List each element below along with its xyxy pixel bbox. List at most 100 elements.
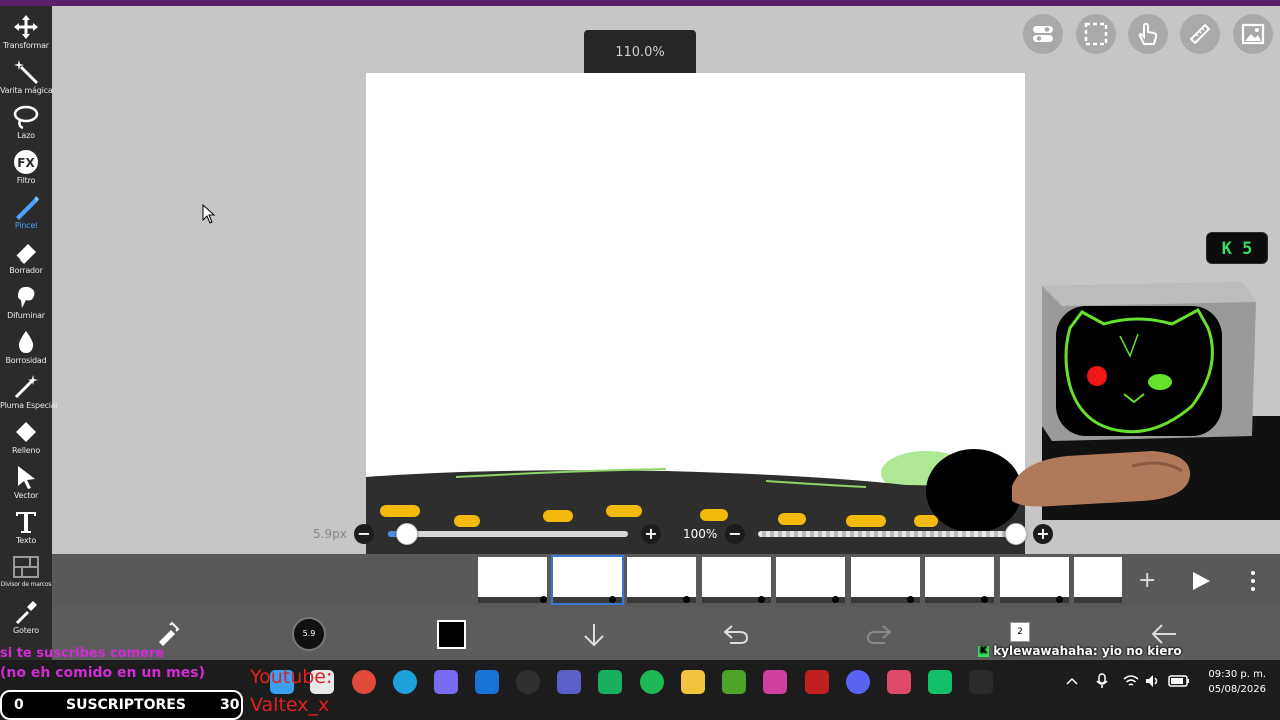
- tool-special-pen[interactable]: Pluma Especial: [0, 370, 58, 414]
- animation-frame-thumbnail[interactable]: [702, 557, 771, 603]
- frame-figure: [907, 596, 914, 603]
- svg-text:FX: FX: [17, 156, 35, 170]
- size-decrease-button[interactable]: −: [354, 524, 374, 544]
- animation-frame-thumbnail[interactable]: [776, 557, 845, 603]
- brush-preview-button[interactable]: 5.9: [292, 617, 326, 651]
- toggle-icon: [1033, 26, 1053, 42]
- subs-left-value: 0: [14, 697, 24, 713]
- tool-label: Divisor de marcos: [0, 581, 52, 588]
- tool-blurriness[interactable]: Borrosidad: [0, 325, 52, 369]
- fx-icon: FX: [14, 150, 38, 174]
- settings-toggle-button[interactable]: [1023, 14, 1063, 54]
- overlay-red-line1: Youtube:: [250, 666, 333, 688]
- tool-sidebar: Transformar Varita mágica Lazo FX Filtro…: [0, 6, 58, 660]
- ruler-icon: [1189, 23, 1211, 45]
- hand-tool-button[interactable]: [1128, 14, 1168, 54]
- chrome-icon[interactable]: [352, 670, 376, 694]
- layers-button[interactable]: 2: [1010, 622, 1030, 642]
- arrow-down-icon[interactable]: [582, 622, 606, 648]
- tool-label: Varita mágica: [0, 86, 53, 95]
- discord-icon[interactable]: [846, 670, 870, 694]
- selection-dashed-icon: [1084, 22, 1108, 46]
- redo-icon[interactable]: [865, 622, 893, 646]
- move-arrows-icon: [14, 15, 38, 39]
- more-options-icon[interactable]: [1247, 570, 1259, 592]
- animation-frame-thumbnail[interactable]: [627, 557, 696, 603]
- pinwheel-app-icon[interactable]: [763, 670, 787, 694]
- undo-icon[interactable]: [722, 622, 750, 646]
- minecraft-icon[interactable]: [722, 670, 746, 694]
- game-app-icon[interactable]: [805, 670, 829, 694]
- color-swatch-button[interactable]: [437, 620, 466, 649]
- spotify-icon[interactable]: [640, 670, 664, 694]
- opacity-decrease-button[interactable]: −: [725, 524, 745, 544]
- battery-icon[interactable]: [1168, 674, 1190, 688]
- fill-bucket-icon: [16, 422, 36, 442]
- zoom-indicator: 110.0%: [584, 30, 696, 76]
- teams-icon[interactable]: [557, 670, 581, 694]
- edge-icon[interactable]: [393, 670, 417, 694]
- app-green-icon[interactable]: [598, 670, 622, 694]
- add-frame-button[interactable]: +: [1138, 568, 1156, 593]
- streamer-avatar: [1012, 282, 1280, 520]
- tool-text[interactable]: Texto: [0, 505, 52, 549]
- tool-filter[interactable]: FX Filtro: [0, 145, 52, 189]
- special-pen-icon: [14, 375, 38, 399]
- brush-size-slider[interactable]: [388, 531, 628, 537]
- size-increase-button[interactable]: +: [641, 524, 661, 544]
- opacity-label: 100%: [683, 527, 718, 541]
- tool-lasso[interactable]: Lazo: [0, 100, 52, 144]
- frame-figure: [981, 596, 988, 603]
- canvas-drawing: [366, 449, 1025, 568]
- frame-ground: [1074, 597, 1122, 603]
- tool-label: Vector: [13, 491, 39, 500]
- opacity-knob[interactable]: [1005, 523, 1027, 545]
- image-button[interactable]: [1233, 14, 1273, 54]
- tray-expand-icon[interactable]: [1066, 676, 1078, 686]
- tool-transform[interactable]: Transformar: [0, 10, 52, 54]
- animation-frame-thumbnail[interactable]: [925, 557, 994, 603]
- ibispaint-icon[interactable]: [969, 670, 993, 694]
- opacity-increase-button[interactable]: +: [1033, 524, 1053, 544]
- tool-settings-icon[interactable]: [153, 620, 181, 648]
- tool-frame-divider[interactable]: Divisor de marcos: [0, 550, 52, 594]
- animation-frame-thumbnail[interactable]: [551, 555, 624, 605]
- obs-icon[interactable]: [516, 670, 540, 694]
- microphone-icon[interactable]: [1096, 673, 1108, 689]
- tool-magic-wand[interactable]: Varita mágica: [0, 55, 53, 99]
- tool-fill[interactable]: Relleno: [0, 415, 52, 459]
- mail-icon[interactable]: [475, 670, 499, 694]
- wifi-icon[interactable]: [1123, 674, 1139, 688]
- subscriber-counter: 0 SUSCRIPTORES 30: [0, 690, 243, 720]
- tool-vector[interactable]: Vector: [0, 460, 52, 504]
- overlay-red-line2: Valtex_x: [250, 694, 330, 716]
- hand-icon: [1138, 22, 1158, 45]
- tool-label: Lazo: [17, 131, 35, 140]
- copilot-icon[interactable]: [434, 670, 458, 694]
- tool-eraser[interactable]: Borrador: [0, 235, 52, 279]
- selection-button[interactable]: [1076, 14, 1116, 54]
- subs-right-value: 30: [220, 697, 240, 713]
- animation-frame-thumbnail[interactable]: [851, 557, 920, 603]
- back-arrow-icon[interactable]: [1150, 622, 1178, 646]
- tool-eyedropper[interactable]: Gotero: [0, 595, 52, 639]
- vector-arrow-icon: [18, 466, 35, 489]
- frame-figure: [758, 596, 765, 603]
- tool-brush[interactable]: Pincel: [0, 190, 52, 234]
- system-clock[interactable]: 09:30 p. m. 05/08/2026: [1200, 667, 1266, 697]
- vpn-app-icon[interactable]: [887, 670, 911, 694]
- animation-frame-thumbnail[interactable]: [1074, 557, 1122, 603]
- ruler-button[interactable]: [1180, 14, 1220, 54]
- drawing-canvas[interactable]: [366, 73, 1025, 568]
- opacity-slider[interactable]: [758, 531, 1026, 537]
- folder-icon[interactable]: [681, 670, 705, 694]
- frame-figure: [609, 596, 616, 603]
- tool-label: Pincel: [14, 221, 38, 230]
- tool-blur[interactable]: Difuminar: [0, 280, 52, 324]
- animation-frame-thumbnail[interactable]: [478, 557, 547, 603]
- store-app-icon[interactable]: [928, 670, 952, 694]
- play-icon[interactable]: [1190, 570, 1212, 592]
- animation-frame-thumbnail[interactable]: [1000, 557, 1069, 603]
- speaker-icon[interactable]: [1145, 674, 1161, 688]
- clock-date: 05/08/2026: [1208, 684, 1266, 695]
